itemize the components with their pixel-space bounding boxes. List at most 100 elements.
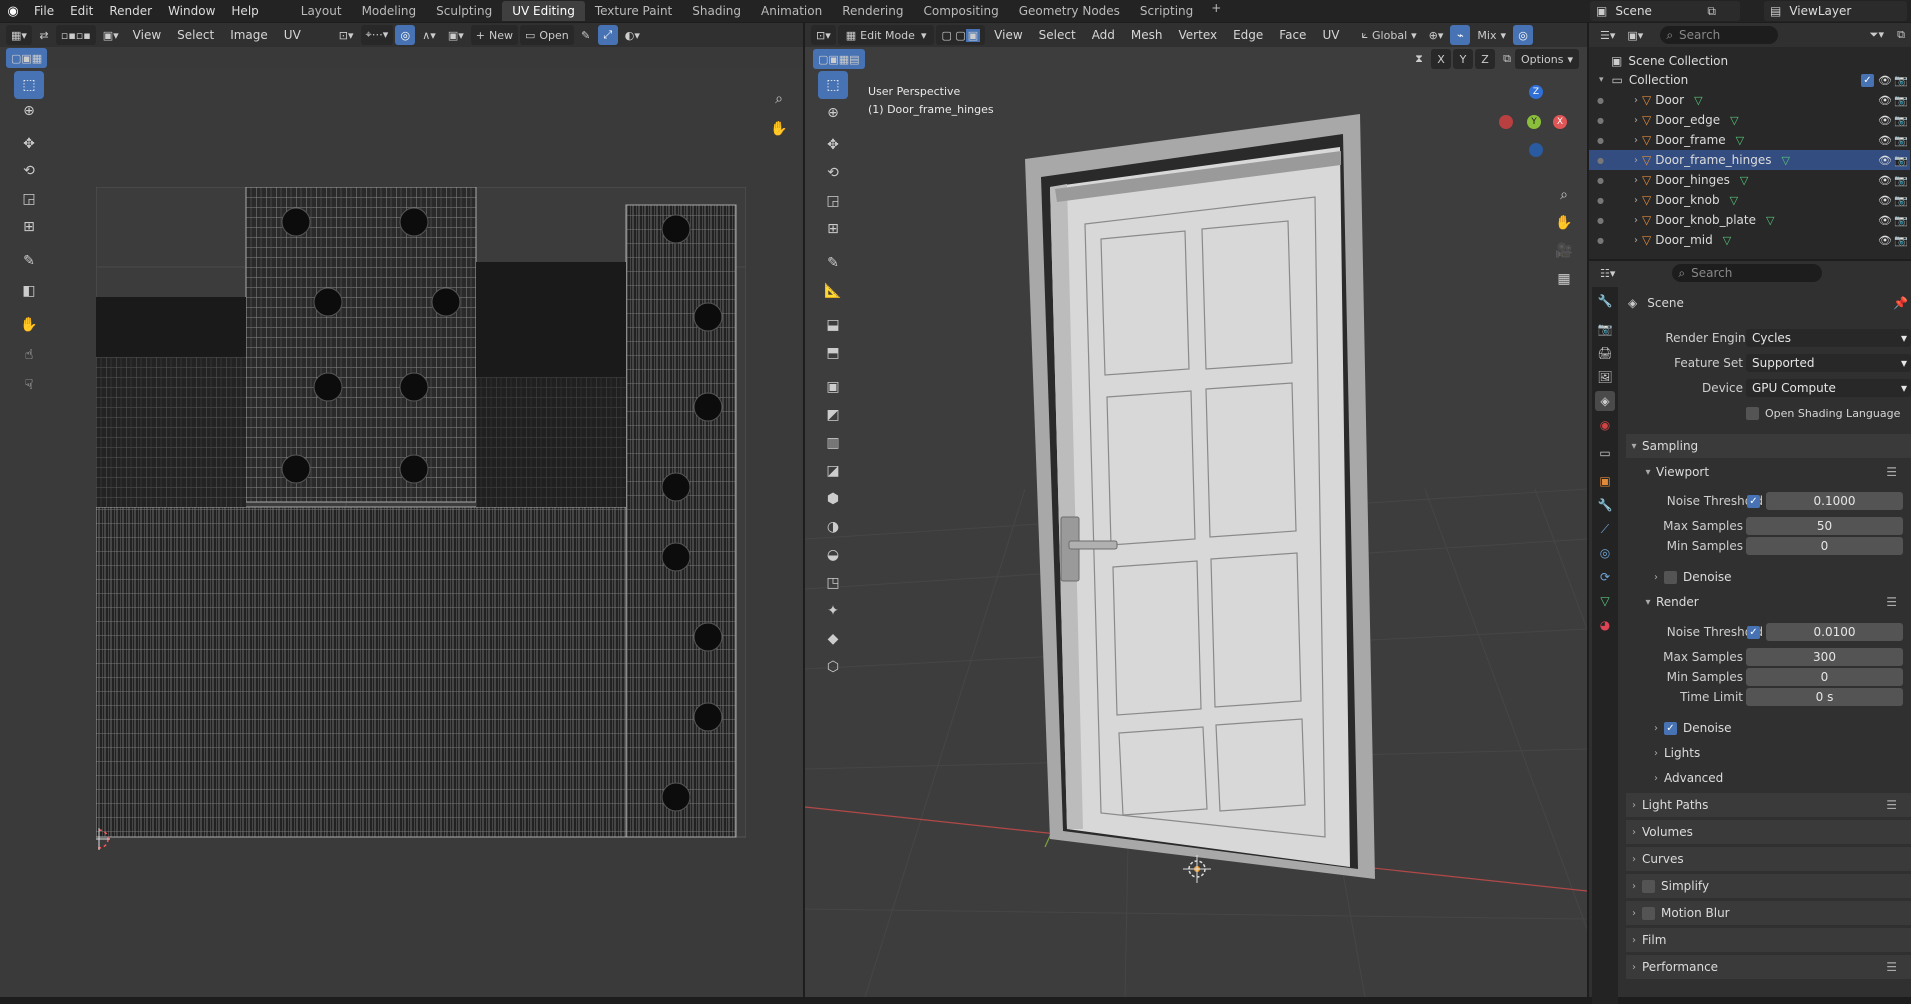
camera-icon[interactable]: 📷	[1894, 94, 1908, 107]
mesh-data-icon[interactable]: ▽	[1766, 214, 1774, 227]
vp-tool-rip-icon[interactable]: ⬡	[818, 653, 848, 681]
viewport-denoise-checkbox[interactable]	[1664, 570, 1677, 584]
tab-uv-editing[interactable]: UV Editing	[502, 1, 585, 21]
viewport-denoise-header[interactable]: › Denoise	[1648, 565, 1911, 589]
view-layer-tab-icon[interactable]: 🖼	[1595, 367, 1615, 387]
tool-pinch-icon[interactable]: ☟	[14, 371, 44, 399]
gizmo-z-neg-icon[interactable]	[1529, 143, 1543, 157]
select-mode-buttons[interactable]: ▢ ▢ ▣	[936, 25, 986, 45]
expand-icon[interactable]: ›	[1634, 155, 1638, 166]
expand-icon[interactable]: ›	[1634, 135, 1638, 146]
vp-tool-extrude-icon[interactable]: ⬒	[818, 339, 848, 367]
viewport-menu-uv[interactable]: UV	[1315, 28, 1346, 42]
mirror-x-button[interactable]: X	[1431, 49, 1451, 69]
world-tab-icon[interactable]: ◉	[1595, 415, 1615, 435]
expand-icon[interactable]: ›	[1634, 195, 1638, 206]
tab-animation[interactable]: Animation	[751, 1, 832, 21]
vp-tool-inset-icon[interactable]: ▣	[818, 373, 848, 401]
curves-panel-header[interactable]: › Curves	[1626, 847, 1911, 871]
constraints-tab-icon[interactable]: ⟳	[1595, 567, 1615, 587]
camera-icon[interactable]: 📷	[1894, 134, 1908, 147]
viewport-menu-mesh[interactable]: Mesh	[1124, 28, 1170, 42]
simplify-checkbox[interactable]	[1642, 879, 1655, 893]
viewport-select-mode-buttons[interactable]: ▢▣▦▤	[813, 49, 865, 69]
overlay-icon[interactable]: ◐▾	[620, 25, 645, 45]
tab-modeling[interactable]: Modeling	[352, 1, 427, 21]
navigation-gizmo[interactable]: Z Y X	[1495, 83, 1575, 163]
properties-search[interactable]: ⌕ Search	[1672, 264, 1823, 282]
sticky-select-icon[interactable]: ▣▾	[98, 25, 124, 45]
eye-icon[interactable]: 👁	[1878, 154, 1892, 167]
list-icon[interactable]: ☰	[1886, 465, 1897, 479]
vp-zoom-icon[interactable]: ⌕	[1549, 181, 1579, 209]
uv-display-icon[interactable]: ⤢	[597, 25, 618, 45]
motion-blur-panel-header[interactable]: › Motion Blur	[1626, 901, 1911, 925]
eye-icon[interactable]: 👁	[1878, 174, 1892, 187]
osl-checkbox[interactable]	[1746, 406, 1759, 420]
transform-orientation-selector[interactable]: ⟀ Global ▾	[1356, 25, 1421, 45]
tab-shading[interactable]: Shading	[682, 1, 751, 21]
render-engine-select[interactable]: Cycles ▾	[1746, 329, 1911, 347]
vp-tool-rotate-icon[interactable]: ⟲	[818, 159, 848, 187]
render-denoise-checkbox[interactable]: ✓	[1664, 721, 1677, 735]
mesh-data-icon[interactable]: ▽	[1730, 114, 1738, 127]
viewport-editor-type-icon[interactable]: ⊡▾	[811, 25, 836, 45]
expand-icon[interactable]: ›	[1634, 235, 1638, 246]
vp-tool-shrink-icon[interactable]: ✦	[818, 597, 848, 625]
uv-menu-view[interactable]: View	[126, 28, 168, 42]
add-workspace-icon[interactable]: +	[1203, 1, 1229, 21]
proportional-edit-icon[interactable]: ◎	[395, 25, 416, 45]
tab-rendering[interactable]: Rendering	[832, 1, 913, 21]
physics-tab-icon[interactable]: ◎	[1595, 543, 1615, 563]
expand-icon[interactable]: ›	[1634, 115, 1638, 126]
volumes-panel-header[interactable]: › Volumes	[1626, 820, 1911, 844]
menu-help[interactable]: Help	[223, 0, 266, 22]
viewport-menu-face[interactable]: Face	[1272, 28, 1313, 42]
mirror-y-button[interactable]: Y	[1453, 49, 1473, 69]
gizmo-x-neg-icon[interactable]	[1499, 115, 1513, 129]
vp-tool-transform-icon[interactable]: ⊞	[818, 215, 848, 243]
camera-icon[interactable]: 📷	[1894, 154, 1908, 167]
collection-row[interactable]: ▾ ▭ Collection ✓ 👁 📷	[1589, 70, 1910, 90]
pin-icon[interactable]: ✎	[576, 25, 596, 45]
camera-icon[interactable]: 📷	[1894, 194, 1908, 207]
outliner-search[interactable]: ⌕ Search	[1660, 26, 1779, 44]
viewport-noise-threshold-field[interactable]: 0.1000	[1766, 492, 1903, 510]
uv-select-mode-buttons[interactable]: ▢▣▦	[6, 48, 48, 68]
pivot-point-icon[interactable]: ⊕▾	[1424, 25, 1449, 45]
eye-icon[interactable]: 👁	[1878, 214, 1892, 227]
shading-mix-selector[interactable]: Mix ▾	[1472, 25, 1511, 45]
options-button[interactable]: Options ▾	[1515, 49, 1579, 69]
viewport-menu-vertex[interactable]: Vertex	[1172, 28, 1225, 42]
image-browse-icon[interactable]: ▣▾	[443, 25, 469, 45]
vp-tool-select-box[interactable]: ⬚	[818, 71, 848, 99]
vp-tool-edge-slide-icon[interactable]: ◳	[818, 569, 848, 597]
camera-icon[interactable]: 📷	[1894, 74, 1908, 87]
vp-camera-icon[interactable]: 🎥	[1549, 237, 1579, 265]
vp-tool-poly-build-icon[interactable]: ⬢	[818, 485, 848, 513]
vp-tool-measure-icon[interactable]: 📐	[818, 277, 848, 305]
outliner-editor-type-icon[interactable]: ☰▾	[1595, 25, 1620, 45]
expand-icon[interactable]: ›	[1634, 95, 1638, 106]
uv-menu-select[interactable]: Select	[170, 28, 221, 42]
sync-selection-icon[interactable]: ⇄	[34, 25, 54, 45]
render-denoise-header[interactable]: › ✓ Denoise	[1648, 716, 1911, 740]
3d-viewport[interactable]: ⊡▾ ▦ Edit Mode ▾ ▢ ▢ ▣ View Select Add M…	[805, 23, 1587, 997]
list-icon[interactable]: ☰	[1886, 595, 1897, 609]
camera-icon[interactable]: 📷	[1894, 174, 1908, 187]
vp-tool-bevel-icon[interactable]: ◩	[818, 401, 848, 429]
tab-layout[interactable]: Layout	[291, 1, 352, 21]
render-tab-icon[interactable]: 📷	[1595, 319, 1615, 339]
viewport-subpanel-header[interactable]: ▾ Viewport ☰	[1640, 460, 1911, 484]
vp-tool-loop-cut-icon[interactable]: ▥	[818, 429, 848, 457]
vp-tool-add-cube-icon[interactable]: ⬓	[818, 311, 848, 339]
eye-icon[interactable]: 👁	[1878, 94, 1892, 107]
snap-icon[interactable]: ⌖⋯▾	[360, 25, 394, 45]
mesh-data-icon[interactable]: ▽	[1723, 234, 1731, 247]
tab-scripting[interactable]: Scripting	[1130, 1, 1203, 21]
material-tab-icon[interactable]: ◕	[1595, 615, 1615, 635]
object-tab-icon[interactable]: ▣	[1595, 471, 1615, 491]
device-select[interactable]: GPU Compute ▾	[1746, 379, 1911, 397]
new-scene-icon[interactable]: ⧉	[1707, 4, 1716, 19]
viewport-menu-edge[interactable]: Edge	[1226, 28, 1270, 42]
